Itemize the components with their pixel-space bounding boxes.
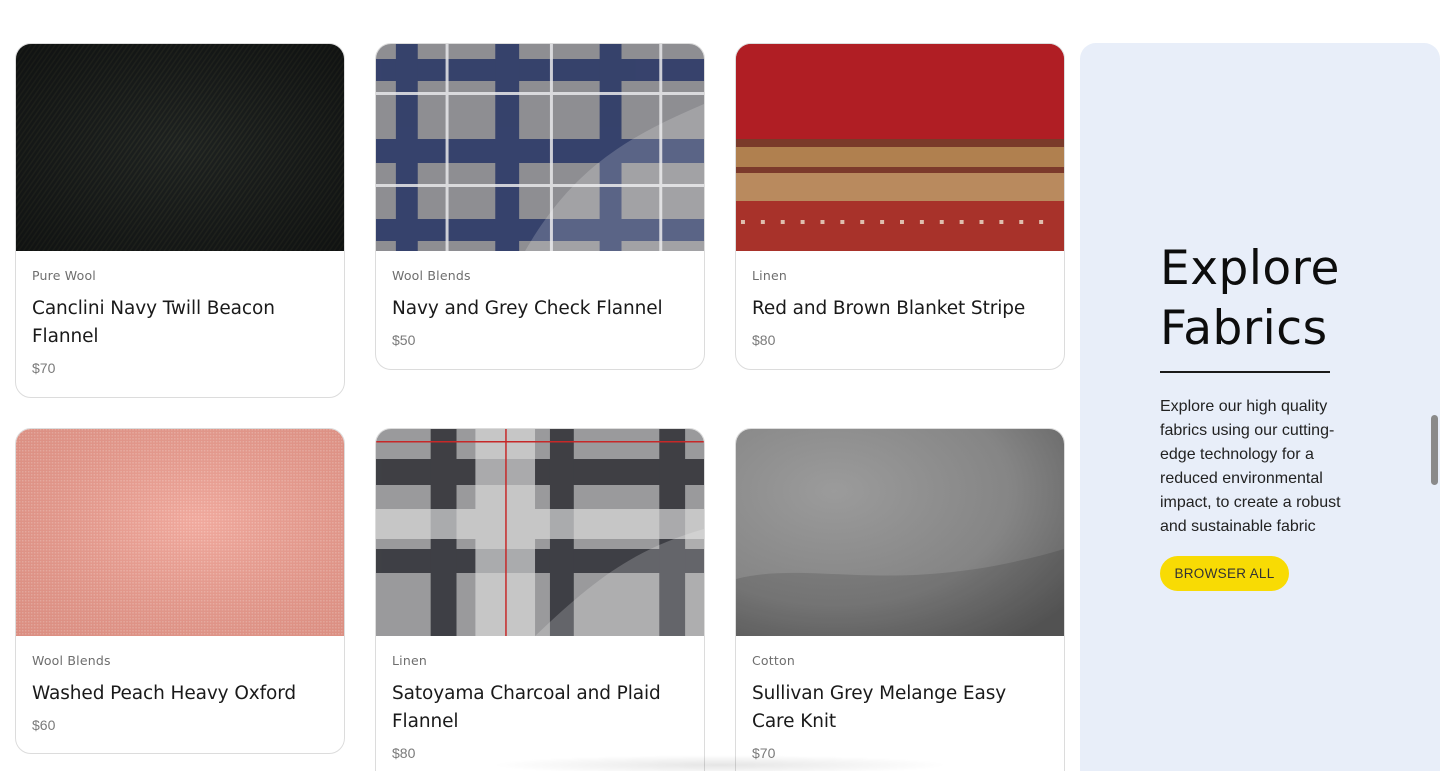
heading-divider (1160, 371, 1330, 373)
fabric-image[interactable] (736, 429, 1064, 636)
product-title[interactable]: Washed Peach Heavy Oxford (32, 680, 328, 708)
product-category: Wool Blends (32, 653, 111, 668)
fabric-image[interactable] (376, 44, 704, 251)
scroll-fade (490, 755, 950, 771)
explore-fabrics-panel: Explore Fabrics Explore our high quality… (1080, 43, 1440, 771)
explore-description: Explore our high quality fabrics using o… (1160, 398, 1341, 535)
fabric-image[interactable] (736, 44, 1064, 251)
browse-all-button[interactable]: BROWSER ALL (1160, 556, 1289, 591)
product-category: Linen (752, 268, 787, 283)
product-category: Cotton (752, 653, 795, 668)
product-title[interactable]: Canclini Navy Twill Beacon Flannel (32, 295, 328, 351)
product-card[interactable]: Cotton Sullivan Grey Melange Easy Care K… (735, 428, 1065, 771)
fabrics-page: Pure Wool Canclini Navy Twill Beacon Fla… (0, 0, 1440, 771)
explore-heading: Explore Fabrics (1160, 241, 1340, 356)
product-grid: Pure Wool Canclini Navy Twill Beacon Fla… (0, 0, 1080, 771)
fabric-image[interactable] (16, 429, 344, 636)
product-title[interactable]: Red and Brown Blanket Stripe (752, 295, 1048, 323)
product-title[interactable]: Sullivan Grey Melange Easy Care Knit (752, 680, 1048, 736)
product-category: Wool Blends (392, 268, 471, 283)
product-card[interactable]: Wool Blends Navy and Grey Check Flannel … (375, 43, 705, 370)
product-title[interactable]: Satoyama Charcoal and Plaid Flannel (392, 680, 688, 736)
scrollbar-thumb[interactable] (1431, 415, 1438, 485)
product-card[interactable]: Pure Wool Canclini Navy Twill Beacon Fla… (15, 43, 345, 398)
fabric-image[interactable] (16, 44, 344, 251)
product-price: $60 (32, 717, 56, 733)
product-card[interactable]: Linen Red and Brown Blanket Stripe $80 (735, 43, 1065, 370)
product-card[interactable]: Linen Satoyama Charcoal and Plaid Flanne… (375, 428, 705, 771)
product-price: $50 (392, 332, 416, 348)
product-price: $70 (32, 360, 56, 376)
product-category: Pure Wool (32, 268, 96, 283)
fabric-image[interactable] (376, 429, 704, 636)
product-price: $80 (752, 332, 776, 348)
product-category: Linen (392, 653, 427, 668)
product-title[interactable]: Navy and Grey Check Flannel (392, 295, 688, 323)
product-card[interactable]: Wool Blends Washed Peach Heavy Oxford $6… (15, 428, 345, 754)
page-scrollbar[interactable] (1428, 0, 1440, 771)
